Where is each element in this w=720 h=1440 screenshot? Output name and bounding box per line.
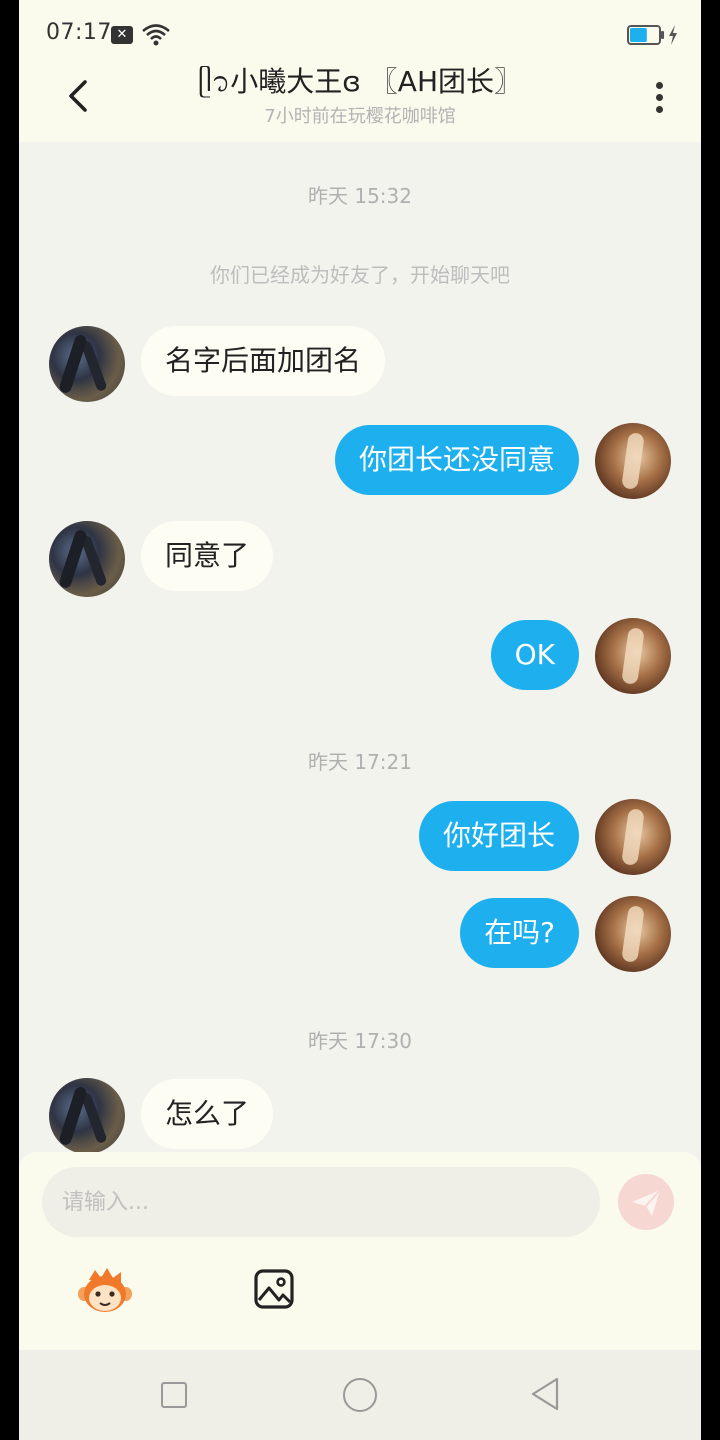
- my-avatar[interactable]: [595, 896, 671, 972]
- contact-status: 7小时前在玩樱花咖啡馆: [264, 106, 456, 127]
- status-bar: 07:17 ✕: [19, 0, 701, 64]
- contact-name: ᥫ᭡小曦大王ɞ 〖AH团长〗: [197, 65, 523, 98]
- message-bubble-sent[interactable]: 你好团长: [418, 801, 579, 871]
- message-bubble-sent[interactable]: OK: [490, 620, 579, 690]
- x-box-icon: ✕: [111, 26, 133, 44]
- my-avatar[interactable]: [595, 423, 671, 499]
- status-time: 07:17: [46, 20, 112, 45]
- image-icon[interactable]: [253, 1268, 295, 1310]
- chat-screen: 07:17 ✕ ᥫ᭡小曦大王ɞ 〖AH团长〗 7小时前在玩樱花咖啡馆 昨天 15…: [19, 0, 701, 1440]
- message-bubble-received[interactable]: 怎么了: [141, 1079, 274, 1149]
- timestamp: 昨天 15:32: [308, 184, 412, 208]
- message-bubble-sent[interactable]: 在吗?: [460, 898, 579, 968]
- paper-plane-icon: [632, 1189, 661, 1216]
- contact-avatar[interactable]: [49, 1078, 125, 1154]
- nav-back-icon[interactable]: [529, 1376, 563, 1412]
- wifi-icon: [142, 24, 170, 46]
- composer: [19, 1152, 701, 1350]
- system-message: 你们已经成为好友了，开始聊天吧: [210, 263, 510, 287]
- my-avatar[interactable]: [595, 618, 671, 694]
- more-options-icon[interactable]: [645, 78, 673, 118]
- system-nav-bar: [19, 1350, 701, 1440]
- home-icon[interactable]: [343, 1378, 377, 1412]
- charging-icon: [669, 25, 677, 45]
- contact-avatar[interactable]: [49, 521, 125, 597]
- message-list[interactable]: 昨天 15:32 你们已经成为好友了，开始聊天吧 名字后面加团名 你团长还没同意…: [19, 142, 701, 1154]
- send-button[interactable]: [618, 1174, 674, 1230]
- message-bubble-received[interactable]: 同意了: [141, 521, 274, 591]
- timestamp: 昨天 17:21: [308, 750, 412, 774]
- monkey-emoji-icon[interactable]: [77, 1266, 133, 1314]
- chat-header: ᥫ᭡小曦大王ɞ 〖AH团长〗 7小时前在玩樱花咖啡馆: [19, 64, 701, 142]
- message-input[interactable]: [42, 1167, 600, 1237]
- message-bubble-received[interactable]: 名字后面加团名: [141, 326, 386, 396]
- message-bubble-sent[interactable]: 你团长还没同意: [334, 425, 579, 495]
- my-avatar[interactable]: [595, 799, 671, 875]
- timestamp: 昨天 17:30: [308, 1029, 412, 1053]
- contact-avatar[interactable]: [49, 326, 125, 402]
- battery-icon: [627, 25, 664, 45]
- recent-apps-icon[interactable]: [161, 1382, 187, 1408]
